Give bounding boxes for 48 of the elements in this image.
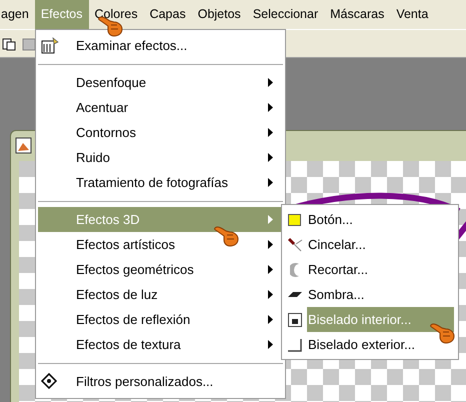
chisel-icon [287, 236, 303, 252]
menu-item[interactable]: Efectos geométricos [38, 257, 283, 282]
menu-bar-item[interactable]: Seleccionar [246, 0, 324, 29]
menu-bar-item[interactable]: Máscaras [324, 0, 390, 29]
submenu-arrow-icon [268, 290, 273, 299]
submenu-arrow-icon [268, 178, 273, 187]
submenu-arrow-icon [268, 340, 273, 349]
submenu-arrow-icon [268, 103, 273, 112]
pointing-hand-icon [430, 322, 456, 344]
menu-bar-item[interactable]: Capas [144, 0, 192, 29]
menu-item[interactable]: Efectos de luz [38, 282, 283, 307]
square-icon [287, 212, 303, 228]
submenu-arrow-icon [268, 240, 273, 249]
diamond-arrows-icon [41, 373, 57, 389]
submenu-arrow-icon [268, 78, 273, 87]
menu-bar-item[interactable]: Objetos [192, 0, 247, 29]
inner-bevel-icon [287, 312, 303, 328]
paste-icon[interactable] [2, 36, 16, 50]
menu-item[interactable]: Filtros personalizados... [38, 369, 283, 394]
pointing-hand-icon [214, 225, 240, 247]
menu-item[interactable]: Tratamiento de fotografías [38, 170, 283, 195]
menu-item[interactable]: Acentuar [38, 95, 283, 120]
menu-bar-item[interactable]: Colores [88, 0, 144, 29]
menu-item[interactable]: Efectos de reflexión [38, 307, 283, 332]
submenu-arrow-icon [268, 315, 273, 324]
menu-item[interactable]: Sombra... [282, 282, 458, 307]
submenu-arrow-icon [268, 128, 273, 137]
menu-item[interactable]: Desenfoque [38, 70, 283, 95]
submenu-arrow-icon [268, 153, 273, 162]
menu-item[interactable]: Examinar efectos... [38, 33, 283, 58]
menu-item[interactable]: Efectos de textura [38, 332, 283, 357]
menu-item[interactable]: Cincelar... [282, 232, 458, 257]
menu-bar-item[interactable]: agen [0, 0, 35, 29]
menu-item[interactable]: Ruido [38, 145, 283, 170]
menu-item[interactable]: Efectos artísticos [38, 232, 283, 257]
menu-item[interactable]: Recortar... [282, 257, 458, 282]
clipboard-icon[interactable] [22, 36, 36, 50]
menu-item[interactable]: Botón... [282, 207, 458, 232]
submenu-arrow-icon [268, 265, 273, 274]
menu-bar-item[interactable]: Venta [390, 0, 434, 29]
document-icon [15, 137, 33, 155]
shadow-shape-icon [288, 292, 302, 297]
submenu-arrow-icon [268, 215, 273, 224]
menu-item[interactable]: Biselado exterior... [282, 332, 458, 357]
effects-browser-icon [41, 37, 59, 55]
crescent-icon [290, 262, 300, 276]
outer-bevel-icon [287, 336, 303, 352]
menu-item[interactable]: Contornos [38, 120, 283, 145]
